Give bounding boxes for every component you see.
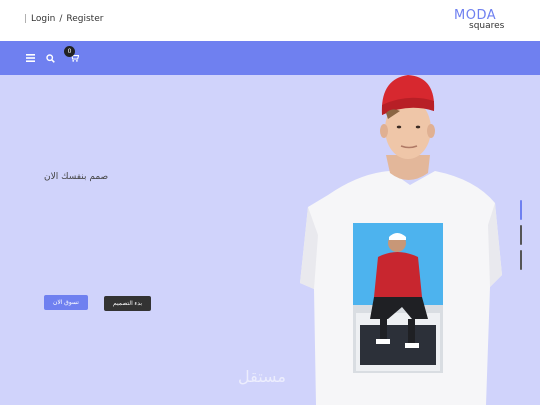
logo-bottom-text: squares <box>469 21 505 31</box>
hero-model-image <box>300 75 502 405</box>
cart-count-badge: 0 <box>64 46 75 57</box>
watermark: مستقل <box>238 367 286 386</box>
hero-title: صمم بنفسك الان <box>44 172 109 182</box>
slide-indicators <box>520 200 523 272</box>
menu-icon[interactable] <box>24 51 36 65</box>
register-link[interactable]: Register <box>66 14 103 24</box>
logo[interactable]: MODA squares <box>454 8 514 34</box>
top-bar: | Login / Register MODA squares <box>0 0 540 41</box>
hero-banner: صمم بنفسك الان تسوق الان بدء التصميم مست… <box>0 75 540 405</box>
search-icon[interactable] <box>44 51 56 65</box>
start-design-button[interactable]: بدء التصميم <box>104 296 151 311</box>
navigation-bar: 0 <box>0 41 540 75</box>
slide-indicator-2[interactable] <box>520 225 522 245</box>
slide-indicator-1[interactable] <box>520 200 522 220</box>
auth-separator: / <box>59 14 63 24</box>
slide-indicator-3[interactable] <box>520 250 522 270</box>
shop-now-button[interactable]: تسوق الان <box>44 295 88 310</box>
auth-links: | Login / Register <box>24 14 104 24</box>
login-link[interactable]: Login <box>31 14 55 24</box>
